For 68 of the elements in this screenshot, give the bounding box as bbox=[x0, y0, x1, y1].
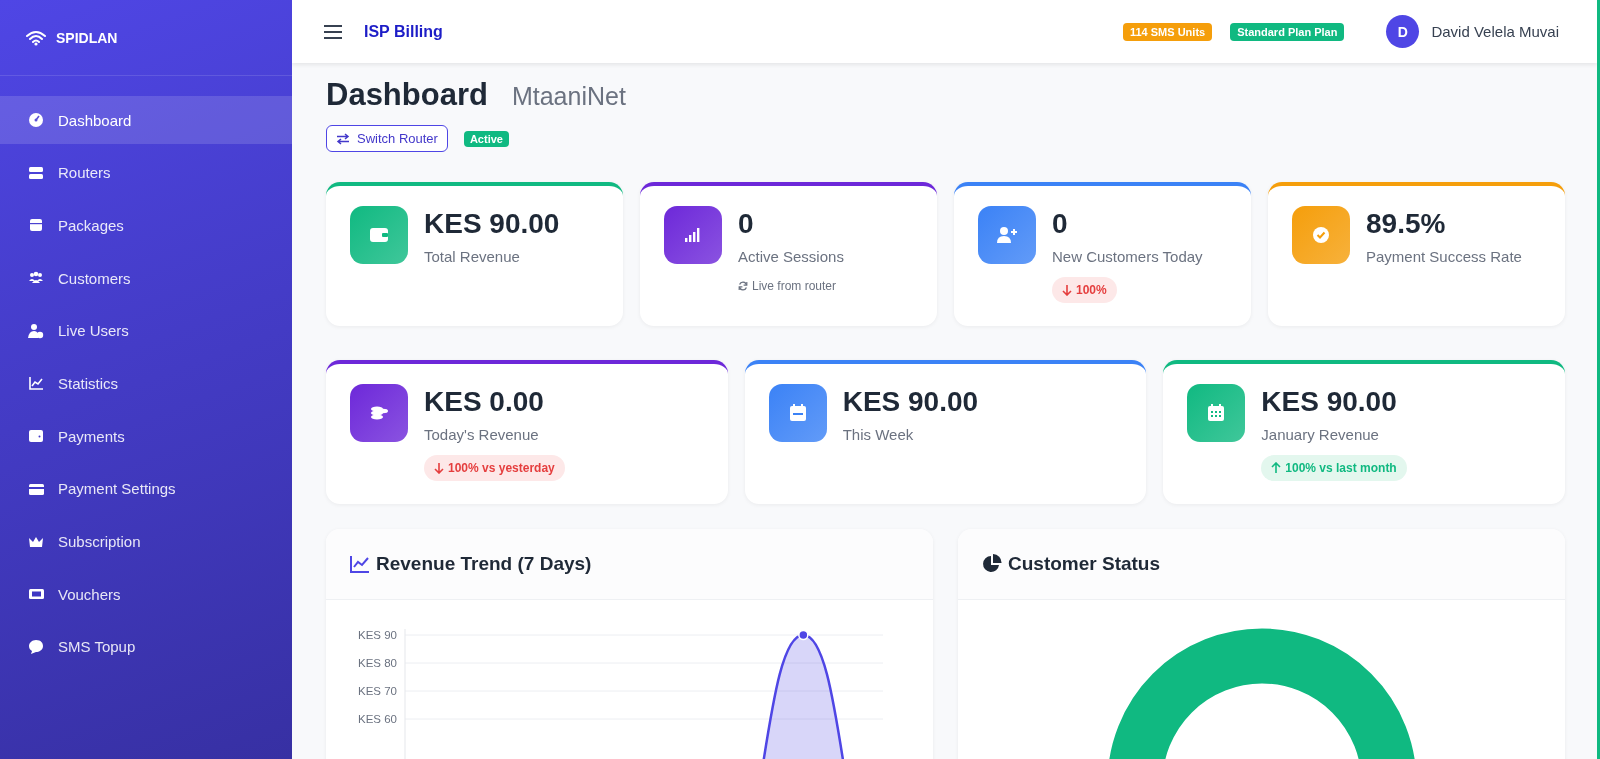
sidebar-item[interactable]: Customers bbox=[0, 254, 292, 303]
brand-name: SPIDLAN bbox=[56, 29, 118, 46]
stat-label: Today's Revenue bbox=[424, 426, 539, 443]
sidebar-item[interactable]: Subscription bbox=[0, 517, 292, 566]
server-icon bbox=[28, 164, 44, 181]
sidebar-item[interactable]: Payment Settings bbox=[0, 464, 292, 513]
wallet-icon bbox=[350, 206, 408, 264]
info-badge: Standard Plan Plan bbox=[1230, 22, 1345, 41]
stat-label: January Revenue bbox=[1261, 426, 1379, 443]
y-tick-label: KES 70 bbox=[358, 685, 397, 697]
router-name: MtaaniNet bbox=[511, 82, 626, 111]
trend-badge: 100% vs yesterday bbox=[424, 455, 565, 481]
y-tick-label: KES 80 bbox=[358, 657, 397, 669]
coins-icon bbox=[350, 384, 408, 442]
status-badge: Active bbox=[463, 130, 509, 147]
user-plus-icon bbox=[978, 206, 1036, 264]
data-point bbox=[798, 629, 809, 641]
calendar-icon bbox=[768, 384, 827, 442]
sidebar-item[interactable]: Dashboard bbox=[0, 96, 292, 144]
stat-value: 0 bbox=[1052, 208, 1068, 240]
user-avatar[interactable]: D bbox=[1386, 15, 1420, 48]
stat-label: Total Revenue bbox=[424, 248, 520, 265]
live-note: Live from router bbox=[752, 279, 837, 293]
line-chart-icon bbox=[350, 555, 370, 573]
stat-label: Payment Success Rate bbox=[1366, 248, 1522, 265]
sidebar-item[interactable]: SMS Topup bbox=[0, 622, 292, 671]
stat-value: KES 90.00 bbox=[842, 386, 979, 418]
stat-value: KES 90.00 bbox=[1261, 386, 1397, 418]
app-title: ISP Billing bbox=[364, 22, 443, 41]
refresh-icon bbox=[738, 281, 748, 291]
stat-label: This Week bbox=[842, 426, 914, 443]
page-title: Dashboard bbox=[326, 77, 488, 113]
arrow-down-icon bbox=[1062, 284, 1072, 296]
sidebar-item[interactable]: Packages bbox=[0, 201, 292, 250]
menu-icon[interactable] bbox=[324, 24, 342, 39]
user-clock-icon bbox=[28, 322, 44, 339]
box-icon bbox=[28, 217, 44, 234]
pie-chart-icon bbox=[982, 554, 1002, 574]
trend-badge: 100% vs last month bbox=[1261, 455, 1407, 481]
arrow-up-icon bbox=[1271, 462, 1282, 474]
panel-title: Customer Status bbox=[1008, 553, 1161, 575]
switch-router-button[interactable]: Switch Router bbox=[326, 125, 448, 152]
stat-label: Active Sessions bbox=[738, 248, 844, 265]
trend-badge: 100% bbox=[1052, 277, 1117, 303]
info-badge: 114 SMS Units bbox=[1122, 22, 1213, 41]
sidebar-item[interactable]: Payments bbox=[0, 412, 292, 461]
y-tick-label: KES 60 bbox=[358, 713, 397, 725]
user-name[interactable]: David Velela Muvai bbox=[1431, 23, 1559, 40]
stat-value: KES 0.00 bbox=[424, 386, 544, 418]
signal-bars-icon bbox=[664, 206, 722, 264]
chat-bubble-icon bbox=[28, 638, 44, 655]
sidebar-item[interactable]: Live Users bbox=[0, 306, 292, 355]
stat-value: 0 bbox=[738, 208, 754, 240]
stat-label: New Customers Today bbox=[1052, 248, 1203, 265]
calendar-grid-icon bbox=[1187, 384, 1246, 442]
stat-value: KES 90.00 bbox=[424, 208, 560, 240]
sidebar-item[interactable]: Statistics bbox=[0, 359, 292, 408]
stat-value: 89.5% bbox=[1366, 208, 1446, 240]
arrow-down-icon bbox=[434, 462, 444, 474]
wallet-icon bbox=[28, 428, 44, 445]
gauge-icon bbox=[28, 112, 44, 128]
swap-arrows-icon bbox=[336, 132, 350, 145]
sidebar-item[interactable]: Routers bbox=[0, 148, 292, 197]
wifi-icon bbox=[26, 29, 46, 46]
line-chart-icon bbox=[28, 375, 44, 392]
y-tick-label: KES 90 bbox=[358, 629, 397, 641]
sidebar-item[interactable]: Vouchers bbox=[0, 570, 292, 619]
panel-title: Revenue Trend (7 Days) bbox=[376, 553, 592, 575]
